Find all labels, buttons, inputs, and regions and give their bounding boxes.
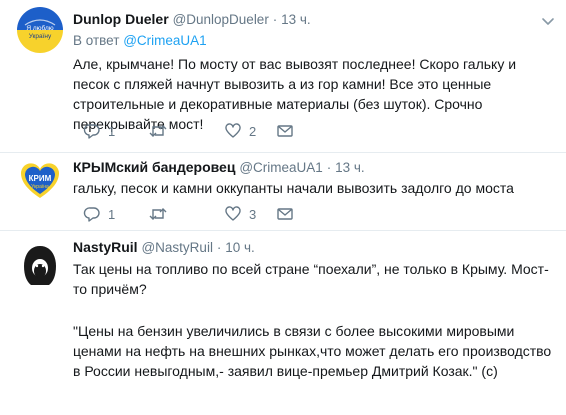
user-handle[interactable]: @CrimeaUA1: [239, 160, 322, 175]
user-handle[interactable]: @DunlopDueler: [173, 12, 269, 27]
reply-count: 1: [108, 206, 116, 222]
tweet-nastyruil[interactable]: NastyRuil @NastyRuil · 10 ч. Так цены на…: [0, 231, 566, 415]
crimea-heart-avatar-icon: КРИМ Україна: [17, 158, 63, 204]
like-button[interactable]: 3: [224, 204, 256, 224]
tweet-header: NastyRuil @NastyRuil · 10 ч.: [73, 238, 255, 257]
like-count: 3: [249, 206, 257, 222]
tweet-actions: 1 2: [73, 121, 373, 141]
avatar[interactable]: КРИМ Україна: [17, 158, 63, 204]
svg-text:Я люблю: Я люблю: [26, 24, 53, 32]
reply-button[interactable]: 1: [83, 121, 115, 141]
envelope-icon: [277, 125, 293, 137]
tweet-dunlop-dueler[interactable]: Я люблю Україну Dunlop Dueler @DunlopDue…: [0, 0, 566, 153]
retweet-icon: [149, 208, 167, 220]
separator-dot: ·: [326, 160, 332, 175]
tweet-header: Dunlop Dueler @DunlopDueler · 13 ч.: [73, 10, 311, 29]
reply-button[interactable]: 1: [83, 204, 115, 224]
hooded-figure-avatar-icon: [17, 242, 63, 288]
timestamp[interactable]: 10 ч.: [225, 240, 255, 255]
avatar[interactable]: Я люблю Україну: [17, 7, 63, 53]
heart-icon: [225, 123, 241, 138]
reply-context: В ответ @CrimeaUA1: [73, 33, 207, 49]
tweet-text: гальку, песок и камни оккупанты начали в…: [73, 180, 514, 196]
reply-to-handle-link[interactable]: @CrimeaUA1: [123, 33, 206, 48]
reply-to-label: В ответ: [73, 33, 120, 48]
timestamp[interactable]: 13 ч.: [335, 160, 365, 175]
avatar[interactable]: [17, 242, 63, 288]
timestamp[interactable]: 13 ч.: [281, 12, 311, 27]
ukraine-flag-avatar-icon: Я люблю Україну: [17, 7, 63, 53]
retweet-button[interactable]: [148, 121, 175, 141]
reply-count: 1: [108, 123, 116, 139]
separator-dot: ·: [216, 240, 222, 255]
svg-text:Україну: Україну: [29, 33, 52, 40]
reply-icon: [83, 207, 100, 222]
retweet-icon: [149, 125, 167, 137]
separator-dot: ·: [272, 12, 278, 27]
chevron-down-icon[interactable]: [539, 12, 557, 30]
heart-icon: [225, 206, 241, 221]
like-count: 2: [249, 123, 257, 139]
direct-message-button[interactable]: [276, 121, 294, 141]
direct-message-button[interactable]: [276, 204, 294, 224]
tweet-header: КРЫМский бандеровец @CrimeaUA1 · 13 ч.: [73, 158, 365, 177]
reply-icon: [83, 124, 100, 139]
display-name[interactable]: NastyRuil: [73, 239, 138, 255]
tweet-text-paragraph-1: Так цены на топливо по всей стране “поех…: [73, 261, 549, 297]
like-button[interactable]: 2: [224, 121, 256, 141]
retweet-button[interactable]: [148, 204, 175, 224]
envelope-icon: [277, 208, 293, 220]
tweet-actions: 1 3: [73, 204, 373, 224]
user-handle[interactable]: @NastyRuil: [141, 240, 212, 255]
display-name[interactable]: Dunlop Dueler: [73, 11, 169, 27]
display-name[interactable]: КРЫМский бандеровец: [73, 159, 235, 175]
svg-text:Україна: Україна: [31, 184, 49, 190]
tweet-crimeaua1[interactable]: КРИМ Україна КРЫМский бандеровец @Crimea…: [0, 153, 566, 231]
svg-text:КРИМ: КРИМ: [29, 174, 52, 183]
tweet-text-paragraph-2: "Цены на бензин увеличились в связи с бо…: [73, 323, 552, 379]
